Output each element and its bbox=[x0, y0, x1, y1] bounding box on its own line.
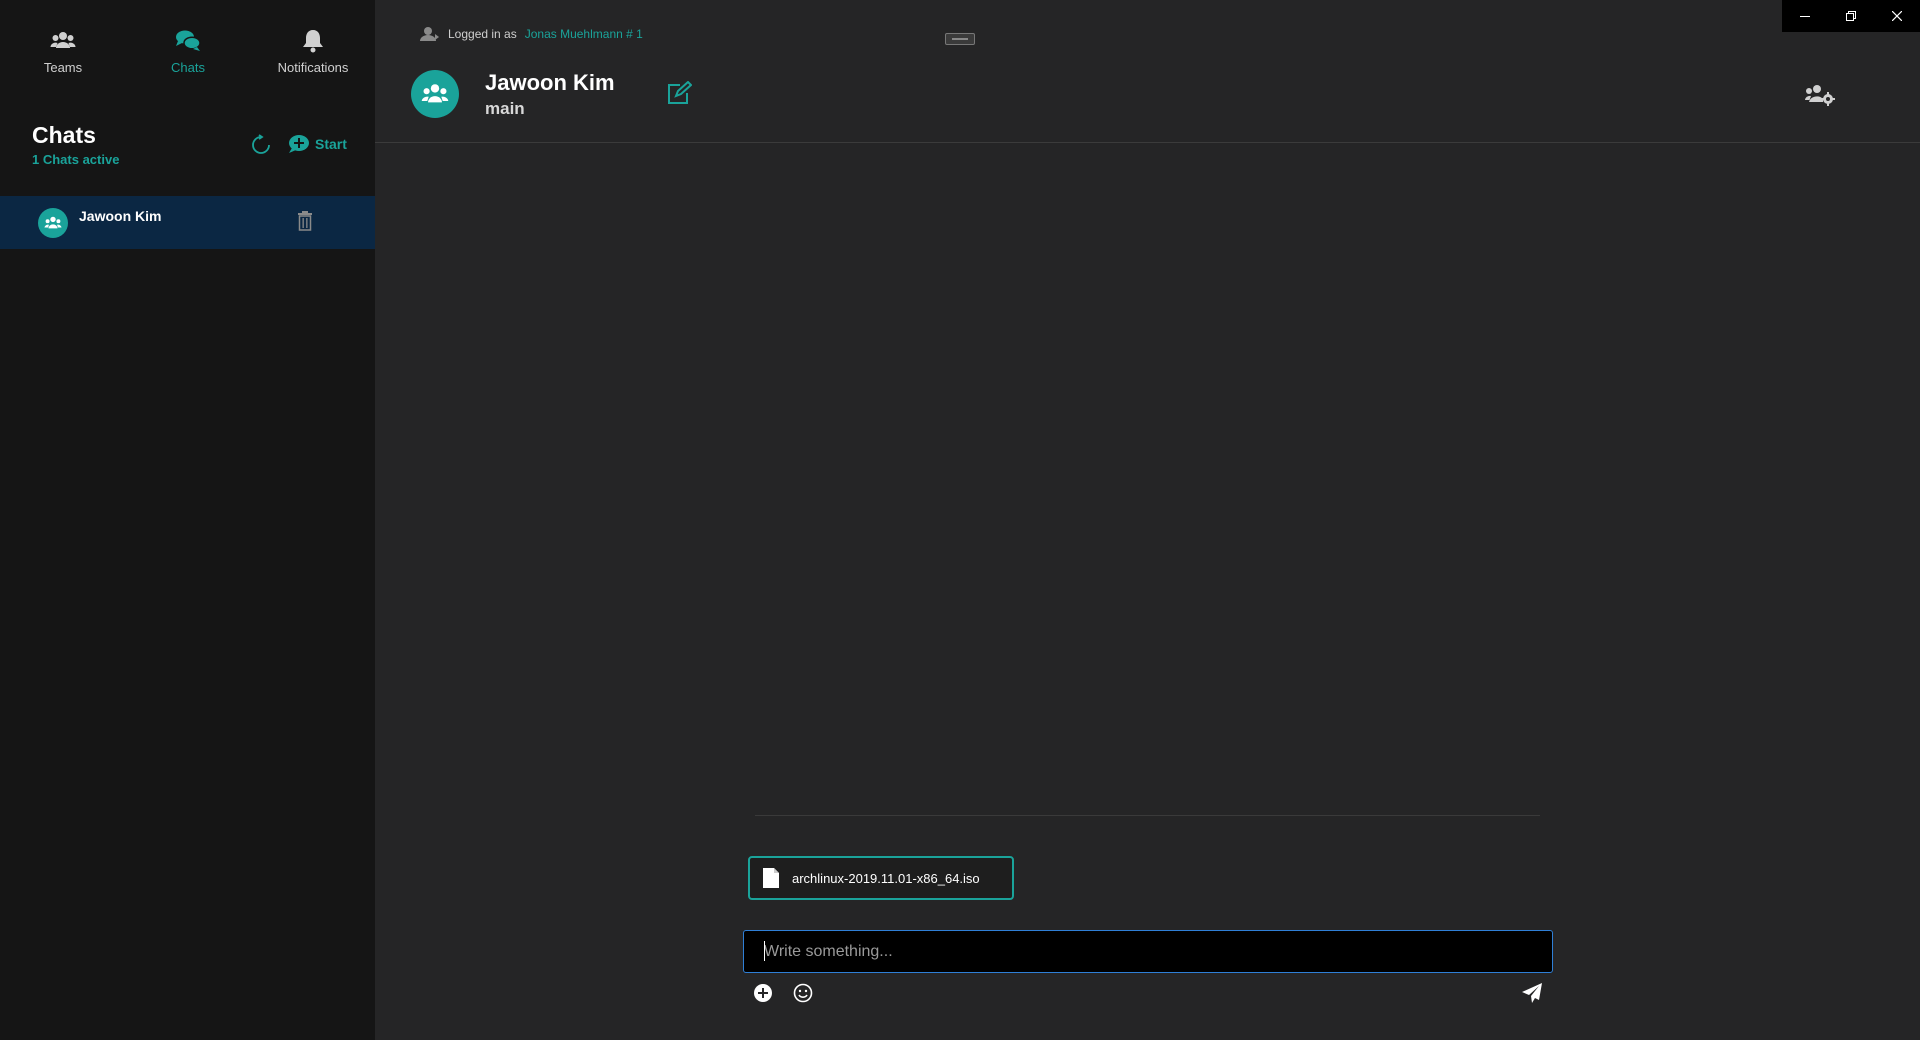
logged-in-user[interactable]: Jonas Muehlmann # 1 bbox=[525, 27, 643, 41]
edit-room-button[interactable] bbox=[666, 80, 693, 105]
group-icon bbox=[421, 84, 449, 103]
add-comment-icon bbox=[289, 135, 309, 153]
nav-notifications[interactable]: Notifications bbox=[258, 28, 368, 84]
message-input[interactable] bbox=[743, 930, 1553, 973]
window-controls bbox=[1782, 0, 1920, 32]
composer-divider bbox=[755, 815, 1540, 816]
bell-icon bbox=[303, 30, 323, 53]
edit-icon bbox=[668, 80, 693, 104]
start-label: Start bbox=[315, 136, 347, 152]
nav-chats[interactable]: Chats bbox=[133, 28, 243, 84]
logged-in-prefix: Logged in as bbox=[448, 27, 517, 41]
user-icon bbox=[420, 27, 439, 41]
attachment-filename: archlinux-2019.11.01-x86_64.iso bbox=[792, 870, 980, 886]
paper-plane-icon bbox=[1522, 983, 1542, 1003]
chat-name: Jawoon Kim bbox=[79, 208, 162, 224]
room-channel: main bbox=[485, 99, 525, 118]
close-button[interactable] bbox=[1874, 0, 1920, 32]
close-icon bbox=[1892, 11, 1902, 21]
send-button[interactable] bbox=[1521, 982, 1543, 1004]
file-icon bbox=[763, 868, 779, 888]
sidebar: Teams Chats Notifications Chats 1 Chats … bbox=[0, 0, 375, 1040]
smiley-icon bbox=[793, 983, 813, 1003]
start-chat-button[interactable]: Start bbox=[288, 133, 347, 155]
users-icon bbox=[50, 32, 76, 48]
avatar bbox=[38, 208, 68, 238]
group-settings-button[interactable] bbox=[1805, 82, 1835, 106]
minimize-icon bbox=[1800, 16, 1810, 17]
nav-teams-label: Teams bbox=[43, 60, 83, 75]
restore-button[interactable] bbox=[1828, 0, 1874, 32]
minimize-button[interactable] bbox=[1782, 0, 1828, 32]
plus-circle-icon bbox=[754, 984, 772, 1002]
chats-active-count: 1 Chats active bbox=[32, 152, 120, 167]
users-cog-icon bbox=[1805, 85, 1835, 106]
refresh-button[interactable] bbox=[250, 134, 272, 156]
chat-list: Jawoon Kim bbox=[0, 196, 375, 249]
chat-list-item[interactable]: Jawoon Kim bbox=[0, 196, 375, 249]
message-area[interactable] bbox=[375, 143, 1920, 813]
chats-header: Chats 1 Chats active bbox=[32, 122, 119, 167]
chats-title: Chats bbox=[32, 122, 96, 148]
drag-handle[interactable] bbox=[945, 33, 975, 45]
room-name: Jawoon Kim bbox=[485, 70, 615, 95]
nav-chats-label: Chats bbox=[171, 60, 205, 75]
top-nav: Teams Chats Notifications bbox=[0, 0, 375, 100]
add-attachment-button[interactable] bbox=[752, 982, 774, 1004]
restore-icon bbox=[1846, 11, 1856, 21]
logged-in-status: Logged in as Jonas Muehlmann # 1 bbox=[420, 26, 643, 42]
nav-notifications-label: Notifications bbox=[277, 60, 349, 75]
delete-chat-button[interactable] bbox=[296, 210, 314, 232]
emoji-button[interactable] bbox=[792, 982, 814, 1004]
group-icon bbox=[44, 216, 62, 229]
text-caret bbox=[764, 941, 765, 961]
chat-bubbles-icon bbox=[176, 30, 201, 51]
trash-icon bbox=[298, 211, 312, 231]
nav-teams[interactable]: Teams bbox=[8, 28, 118, 84]
attachment-chip[interactable]: archlinux-2019.11.01-x86_64.iso bbox=[748, 856, 1014, 900]
refresh-icon bbox=[252, 134, 270, 154]
room-avatar bbox=[411, 70, 459, 118]
